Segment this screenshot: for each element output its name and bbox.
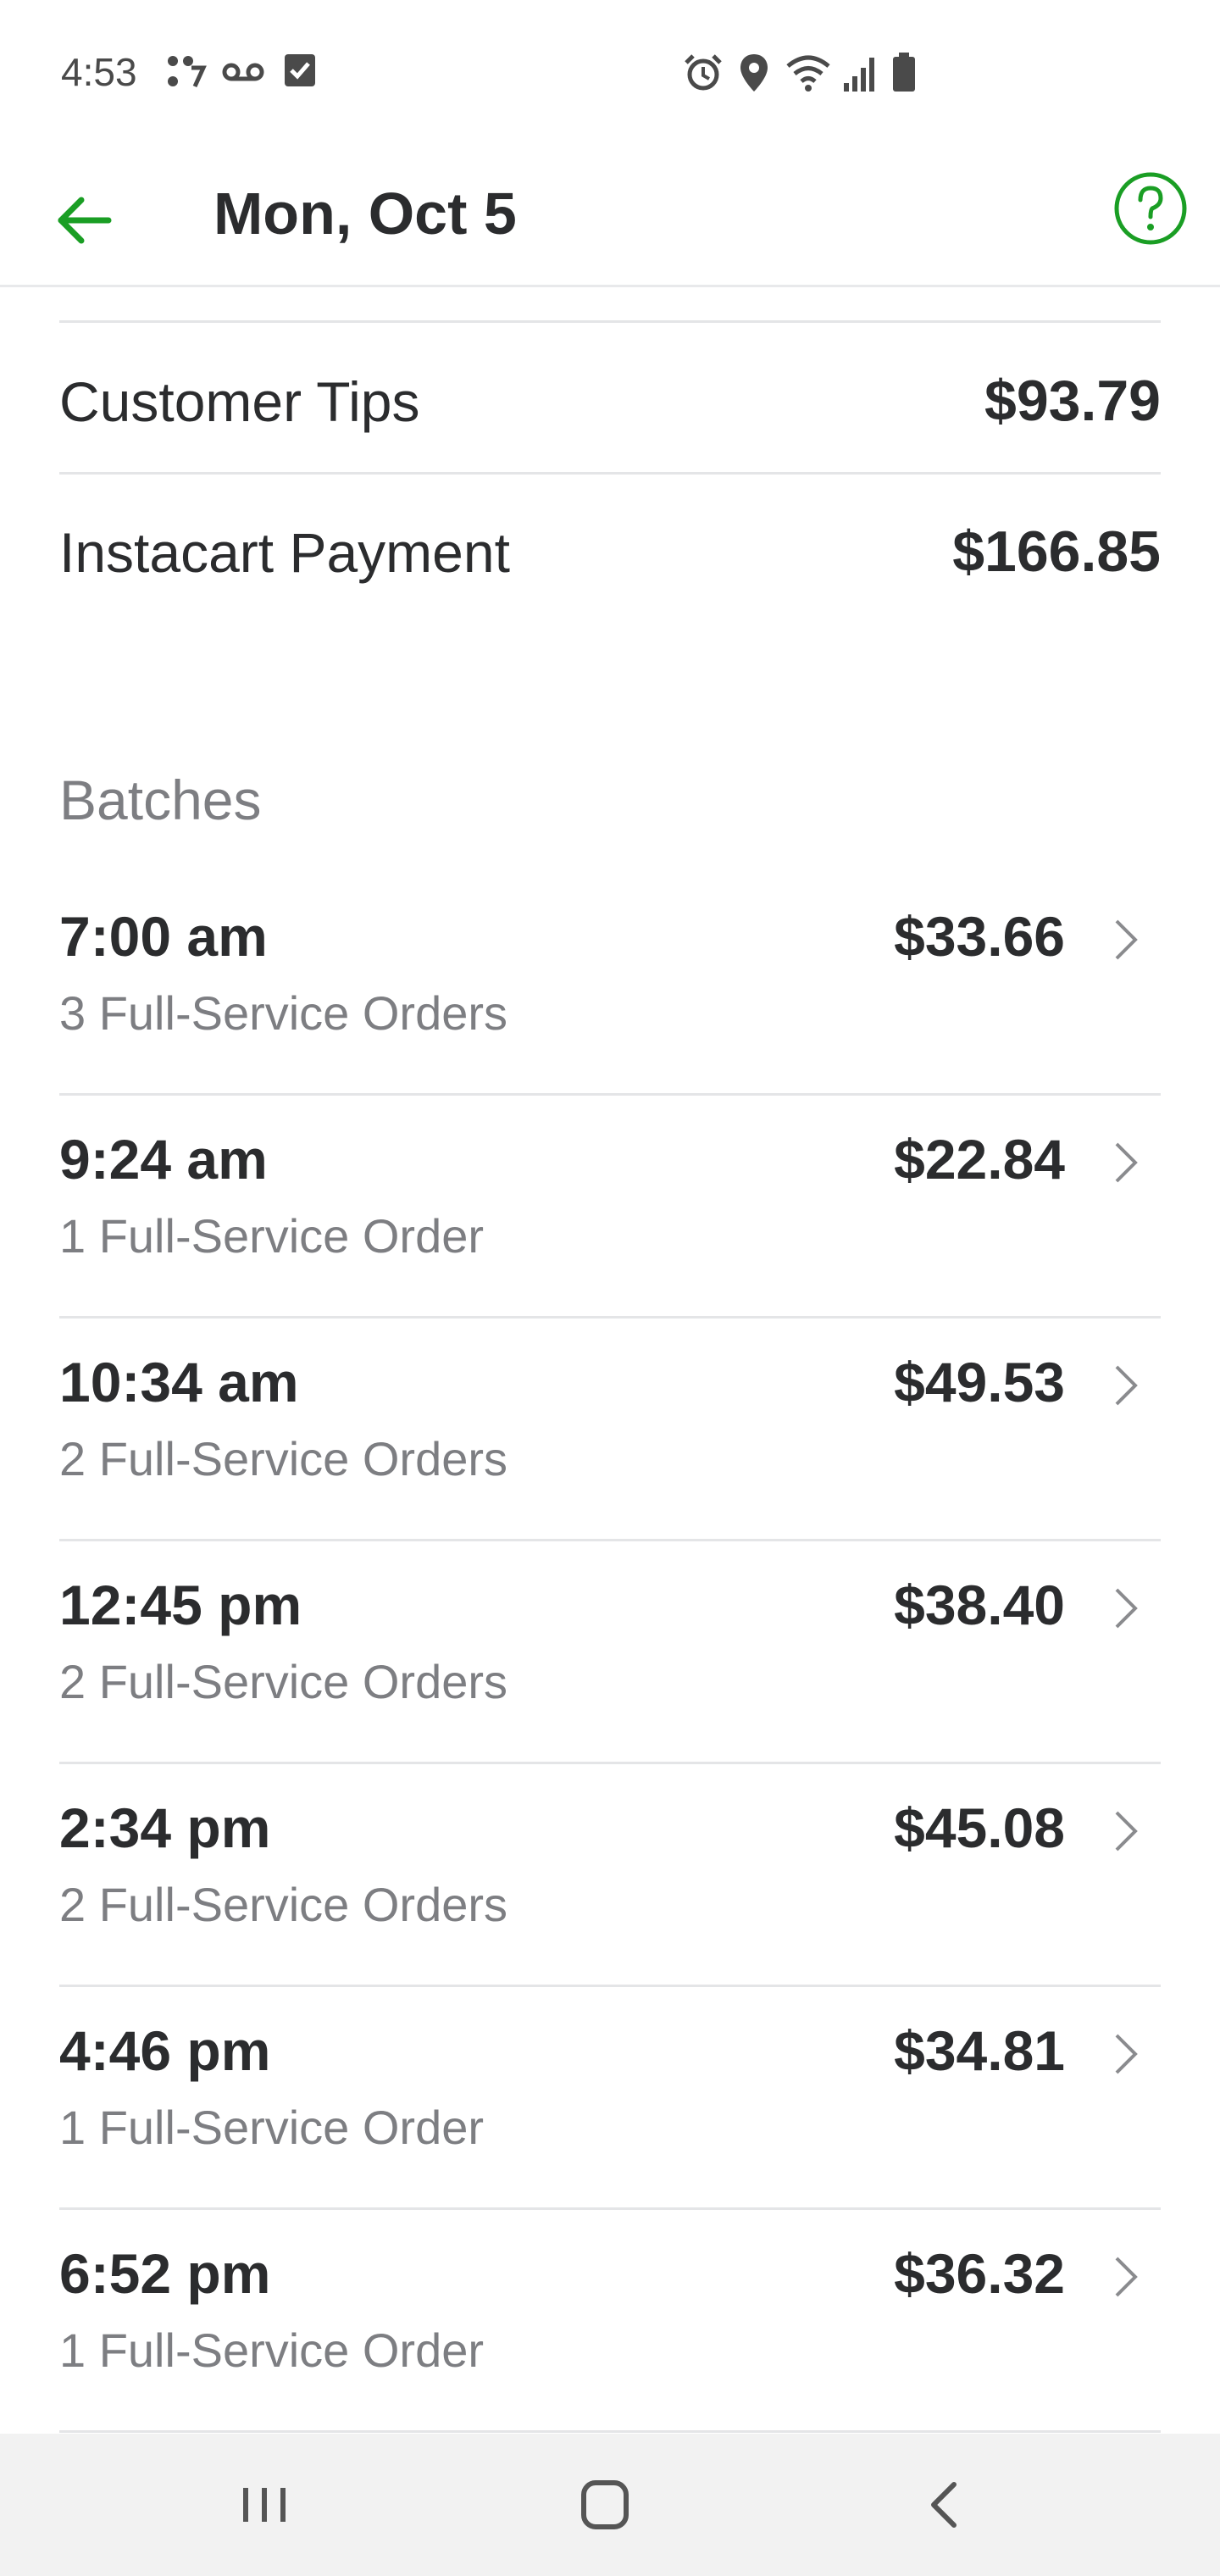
divider [59,1539,1161,1541]
back-icon[interactable] [895,2462,996,2547]
batch-time: 6:52 pm [59,2242,271,2305]
home-icon[interactable] [554,2462,656,2547]
batch-row[interactable]: 10:34 am 2 Full-Service Orders $49.53 [0,1319,1220,1541]
question-circle-icon[interactable] [1110,168,1191,249]
batch-time: 10:34 am [59,1351,299,1413]
batch-amount: $38.40 [894,1574,1065,1636]
navigation-bar [0,2434,1220,2576]
chevron-right-icon [1115,2034,1138,2074]
batch-amount: $36.32 [894,2242,1065,2305]
divider [59,1762,1161,1764]
status-bar: 4:53 [0,0,1220,149]
chevron-right-icon [1115,1365,1138,1406]
divider [59,2430,1161,2433]
app-bar: Mon, Oct 5 [0,149,1220,287]
batch-orders: 3 Full-Service Orders [59,986,508,1040]
instacart-payment-label: Instacart Payment [59,521,510,584]
batch-row[interactable]: 2:34 pm 2 Full-Service Orders $45.08 [0,1765,1220,1987]
signal-icon [844,58,874,92]
chevron-right-icon [1115,2257,1138,2297]
divider [59,1316,1161,1319]
checkbox-icon [285,54,315,86]
status-time: 4:53 [61,50,137,94]
chevron-right-icon [1115,1142,1138,1183]
batch-time: 7:00 am [59,905,268,968]
batch-amount: $49.53 [894,1351,1065,1413]
chevron-right-icon [1115,1811,1138,1852]
divider [59,1093,1161,1096]
divider [59,472,1161,475]
batch-orders: 1 Full-Service Order [59,2101,485,2154]
batch-row[interactable]: 7:00 am 3 Full-Service Orders $33.66 [0,874,1220,1096]
divider [59,1985,1161,1987]
divider [59,320,1161,323]
batch-amount: $22.84 [894,1128,1065,1191]
customer-tips-label: Customer Tips [59,370,420,433]
batch-time: 4:46 pm [59,2019,271,2082]
instacart-payment-value: $166.85 [952,519,1161,584]
location-icon [740,54,768,92]
batch-row[interactable]: 12:45 pm 2 Full-Service Orders $38.40 [0,1542,1220,1764]
arrow-left-icon[interactable] [49,178,134,263]
batch-amount: $33.66 [894,905,1065,968]
battery-icon [893,53,915,92]
batch-orders: 2 Full-Service Orders [59,1878,508,1931]
divider [59,2207,1161,2210]
chevron-right-icon [1115,1588,1138,1629]
batch-amount: $45.08 [894,1796,1065,1859]
batch-amount: $34.81 [894,2019,1065,2082]
batch-orders: 1 Full-Service Order [59,2323,485,2377]
dots-status-icon [168,56,207,88]
batch-time: 2:34 pm [59,1796,271,1859]
batch-orders: 1 Full-Service Order [59,1209,485,1263]
wifi-icon [786,55,830,92]
batch-orders: 2 Full-Service Orders [59,1432,508,1485]
batch-row[interactable]: 4:46 pm 1 Full-Service Order $34.81 [0,1988,1220,2210]
chevron-right-icon [1115,919,1138,960]
alarm-icon [685,54,722,91]
batch-time: 12:45 pm [59,1574,302,1636]
batch-row[interactable]: 6:52 pm 1 Full-Service Order $36.32 [0,2211,1220,2433]
batch-time: 9:24 am [59,1128,268,1191]
customer-tips-value: $93.79 [984,369,1161,433]
batch-orders: 2 Full-Service Orders [59,1655,508,1708]
recent-apps-icon[interactable] [214,2462,315,2547]
batch-row[interactable]: 9:24 am 1 Full-Service Order $22.84 [0,1096,1220,1319]
page-title: Mon, Oct 5 [214,180,517,247]
voicemail-icon [222,63,264,81]
batches-section-title: Batches [59,769,262,831]
